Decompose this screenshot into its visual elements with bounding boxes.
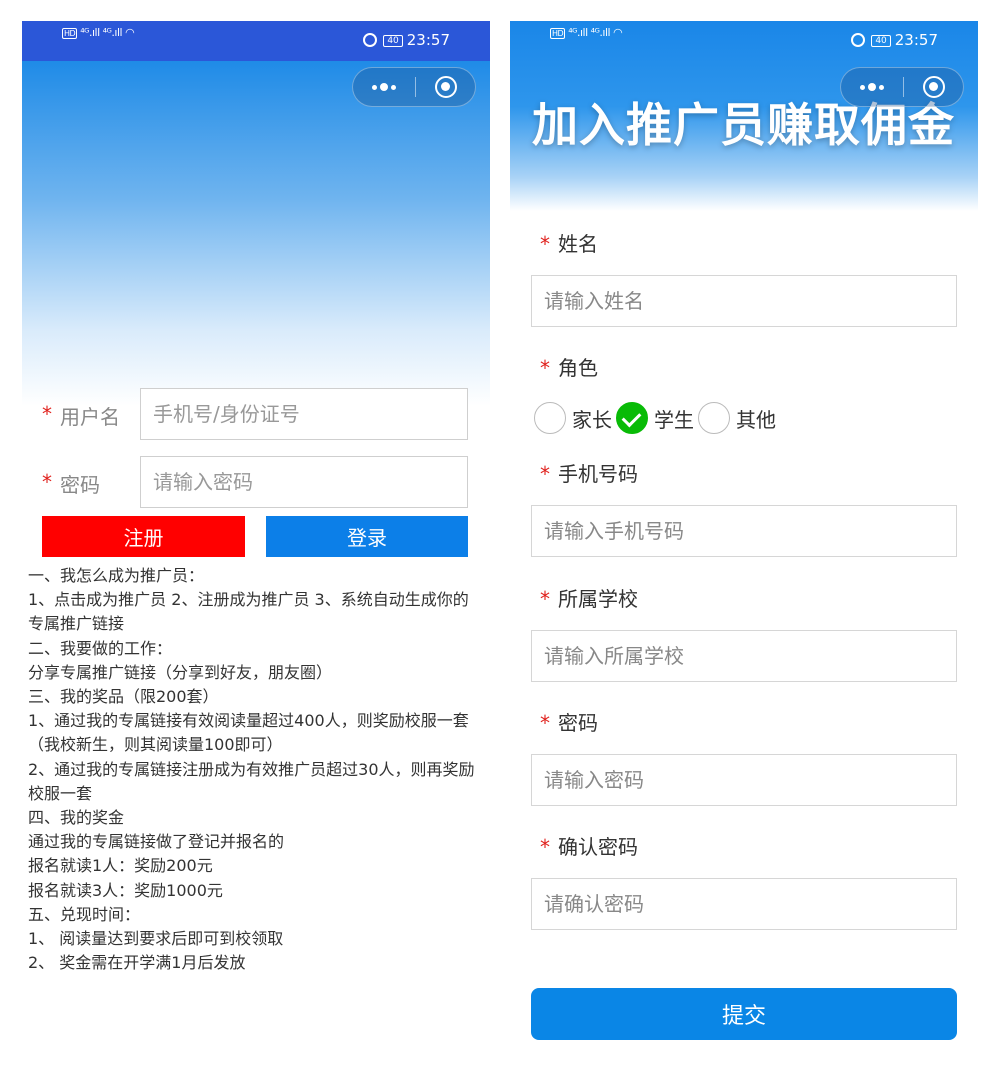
rule-line: 四、我的奖金 bbox=[28, 808, 125, 828]
mini-program-capsule bbox=[352, 67, 476, 107]
rule-line: 二、我要做的工作： bbox=[28, 638, 173, 658]
rule-line: 2、 奖金需在开学满1月后发放 bbox=[28, 953, 246, 973]
login-screen: HD ⁴ᴳ.ıll ⁴ᴳ.ıll ◠ 4023:57 * 用户名 * 密码 注册… bbox=[22, 21, 490, 1082]
rule-line: 2、通过我的专属链接注册成为有效推广员超过30人，则再奖励校服一套 bbox=[28, 759, 475, 803]
username-row: * 用户名 bbox=[42, 388, 468, 440]
role-radio-group: 家长 学生 其他 bbox=[534, 401, 780, 435]
checkmark-icon[interactable] bbox=[616, 402, 648, 434]
more-dots-icon[interactable] bbox=[841, 68, 903, 106]
required-star: * bbox=[540, 356, 550, 380]
password-input[interactable] bbox=[531, 754, 957, 806]
capsule-divider bbox=[903, 77, 904, 97]
submit-button[interactable]: 提交 bbox=[531, 988, 957, 1040]
rule-line: 三、我的奖品（限200套） bbox=[28, 687, 219, 707]
rule-line: 报名就读3人：奖励1000元 bbox=[28, 880, 223, 900]
alarm-icon bbox=[363, 33, 378, 47]
required-star: * bbox=[540, 711, 550, 735]
status-time: 23:57 bbox=[406, 31, 450, 49]
alarm-icon bbox=[851, 33, 866, 47]
required-star: * bbox=[540, 462, 550, 486]
rule-line: 报名就读1人：奖励200元 bbox=[28, 856, 213, 876]
signal-icon: HD ⁴ᴳ.ıll ⁴ᴳ.ıll ◠ bbox=[62, 26, 135, 39]
capsule-divider bbox=[415, 77, 416, 97]
mini-program-capsule bbox=[840, 67, 964, 107]
school-input[interactable] bbox=[531, 630, 957, 682]
password-row: * 密码 bbox=[42, 456, 468, 508]
signal-icon: HD ⁴ᴳ.ıll ⁴ᴳ.ıll ◠ bbox=[550, 26, 623, 39]
promotion-rules: 一、我怎么成为推广员： 1、点击成为推广员 2、注册成为推广员 3、系统自动生成… bbox=[28, 564, 478, 975]
more-dots-icon[interactable] bbox=[353, 68, 415, 106]
close-target-icon[interactable] bbox=[435, 76, 457, 98]
role-option-parent[interactable]: 家长 bbox=[534, 402, 612, 434]
rule-line: 通过我的专属链接做了登记并报名的 bbox=[28, 832, 285, 852]
register-button[interactable]: 注册 bbox=[42, 516, 245, 557]
password-label: 密码 bbox=[60, 473, 100, 497]
wifi-icon: ◠ bbox=[125, 26, 135, 39]
required-star: * bbox=[42, 402, 52, 426]
required-star: * bbox=[540, 835, 550, 859]
username-label: 用户名 bbox=[60, 405, 120, 429]
password-label: * 密码 bbox=[540, 711, 598, 735]
name-label: * 姓名 bbox=[540, 232, 598, 256]
rule-line: 分享专属推广链接（分享到好友，朋友圈） bbox=[28, 662, 333, 682]
required-star: * bbox=[42, 470, 52, 494]
close-target-icon[interactable] bbox=[923, 76, 945, 98]
status-bar: HD ⁴ᴳ.ıll ⁴ᴳ.ıll ◠ 40 23:57 bbox=[510, 21, 978, 61]
battery-icon: 40 bbox=[871, 35, 891, 47]
confirm-password-input[interactable] bbox=[531, 878, 957, 930]
name-input[interactable] bbox=[531, 275, 957, 327]
school-label: * 所属学校 bbox=[540, 587, 638, 611]
rule-line: 一、我怎么成为推广员： bbox=[28, 566, 205, 585]
required-star: * bbox=[540, 232, 550, 256]
role-label: * 角色 bbox=[540, 356, 598, 380]
radio-button[interactable] bbox=[698, 402, 730, 434]
battery-icon: 40 bbox=[383, 35, 403, 47]
rule-line: 1、点击成为推广员 2、注册成为推广员 3、系统自动生成你的专属推广链接 bbox=[28, 590, 469, 634]
phone-input[interactable] bbox=[531, 505, 957, 557]
wifi-icon: ◠ bbox=[613, 26, 623, 39]
role-option-student[interactable]: 学生 bbox=[616, 402, 694, 434]
password-input[interactable] bbox=[140, 456, 468, 508]
login-button[interactable]: 登录 bbox=[266, 516, 468, 557]
status-time: 23:57 bbox=[894, 31, 938, 49]
rule-line: 1、 阅读量达到要求后即可到校领取 bbox=[28, 929, 284, 949]
header-banner bbox=[22, 61, 490, 406]
rule-line: 五、兑现时间： bbox=[28, 904, 141, 924]
register-screen: HD ⁴ᴳ.ıll ⁴ᴳ.ıll ◠ 40 23:57 加入推广员赚取佣金 * 姓名… bbox=[510, 21, 978, 1082]
status-bar: HD ⁴ᴳ.ıll ⁴ᴳ.ıll ◠ 40 23:57 bbox=[22, 21, 490, 61]
rule-line: 1、通过我的专属链接有效阅读量超过400人，则奖励校服一套 （我校新生，则其阅读… bbox=[28, 711, 474, 755]
confirm-password-label: * 确认密码 bbox=[540, 835, 638, 859]
username-input[interactable] bbox=[140, 388, 468, 440]
radio-button[interactable] bbox=[534, 402, 566, 434]
required-star: * bbox=[540, 587, 550, 611]
role-option-other[interactable]: 其他 bbox=[698, 402, 776, 434]
phone-label: * 手机号码 bbox=[540, 462, 638, 486]
